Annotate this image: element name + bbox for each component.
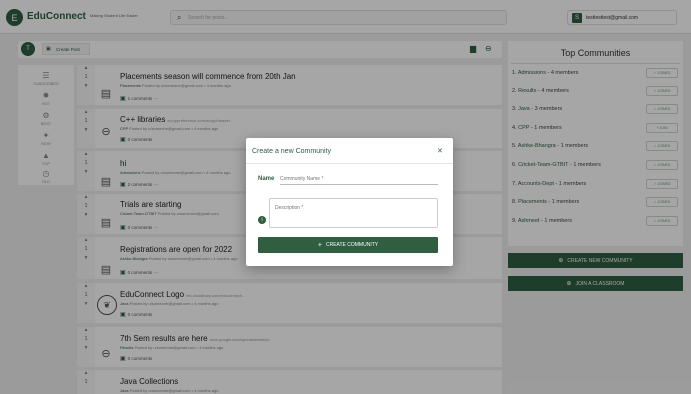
divider — [246, 163, 453, 164]
create-community-dialog: Create a new Community ✕ Name i +CREATE … — [246, 138, 453, 266]
name-label: Name — [258, 176, 275, 182]
community-name-input[interactable] — [280, 173, 438, 185]
description-input[interactable] — [269, 198, 438, 228]
create-community-label: CREATE COMMUNITY — [325, 242, 379, 248]
close-icon[interactable]: ✕ — [437, 147, 443, 155]
dialog-title: Create a new Community — [252, 148, 331, 155]
create-community-button[interactable]: + CREATE COMMUNITY — [258, 237, 438, 253]
info-icon: i — [258, 216, 266, 224]
plus-icon: + — [317, 241, 322, 249]
